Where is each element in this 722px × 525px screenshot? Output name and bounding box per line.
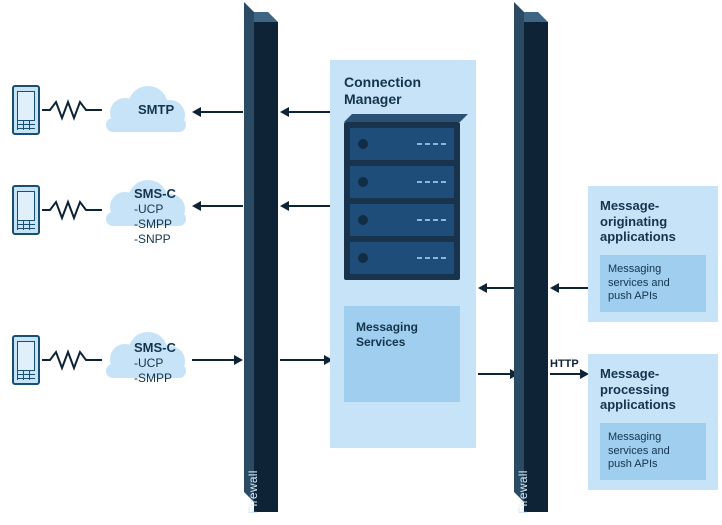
connection-manager-box: Connection Manager Messaging Services [330, 60, 476, 448]
cloud-label: SMTP [138, 102, 174, 117]
title-line: Message- [600, 198, 659, 213]
cloud-subline: -UCP [134, 356, 163, 370]
firewall-right: Firewall [514, 12, 548, 512]
cloud-subline: -SMPP [134, 217, 172, 231]
phone-device [12, 335, 40, 385]
firewall-label: Firewall [246, 470, 260, 514]
title-line: applications [600, 397, 676, 412]
cloud-subline: -SMPP [134, 371, 172, 385]
zigzag-connector [42, 200, 102, 225]
title-line: Message- [600, 366, 659, 381]
messaging-label: Messaging [356, 320, 448, 335]
title-line: processing [600, 382, 669, 397]
cloud-smtp: SMTP [100, 86, 192, 132]
sub-line: push APIs [608, 290, 658, 302]
title-line: applications [600, 229, 676, 244]
zigzag-connector [42, 350, 102, 375]
sub-line: services and [608, 277, 670, 289]
cloud-label: SMS-C [134, 186, 176, 201]
connection-manager-title: Connection Manager [344, 74, 462, 108]
title-line: Connection [344, 74, 421, 90]
cloud-subline: -UCP [134, 202, 163, 216]
zigzag-connector [42, 100, 102, 125]
message-originating-app-box: Message- originating applications Messag… [588, 186, 718, 322]
sub-line: Messaging [608, 431, 661, 443]
cloud-smsc-1: SMS-C -UCP -SMPP -SNPP [100, 180, 192, 226]
app-title: Message- processing applications [600, 366, 706, 413]
sub-line: push APIs [608, 458, 658, 470]
title-line: Manager [344, 91, 402, 107]
phone-device [12, 85, 40, 135]
cloud-label: SMS-C [134, 340, 176, 355]
messaging-services-box: Messaging Services [344, 306, 460, 402]
app-title: Message- originating applications [600, 198, 706, 245]
message-processing-app-box: Message- processing applications Messagi… [588, 354, 718, 490]
messaging-label: Services [356, 335, 448, 350]
http-label: HTTP [550, 358, 579, 370]
app-sub: Messaging services and push APIs [600, 255, 706, 312]
cloud-subline: -SNPP [134, 232, 171, 246]
firewall-label: Firewall [516, 470, 530, 514]
title-line: originating [600, 214, 667, 229]
sub-line: Messaging [608, 263, 661, 275]
app-sub: Messaging services and push APIs [600, 423, 706, 480]
server-icon [344, 122, 460, 280]
phone-device [12, 185, 40, 235]
sub-line: services and [608, 445, 670, 457]
cloud-smsc-2: SMS-C -UCP -SMPP [100, 332, 192, 378]
firewall-left: Firewall [244, 12, 278, 512]
